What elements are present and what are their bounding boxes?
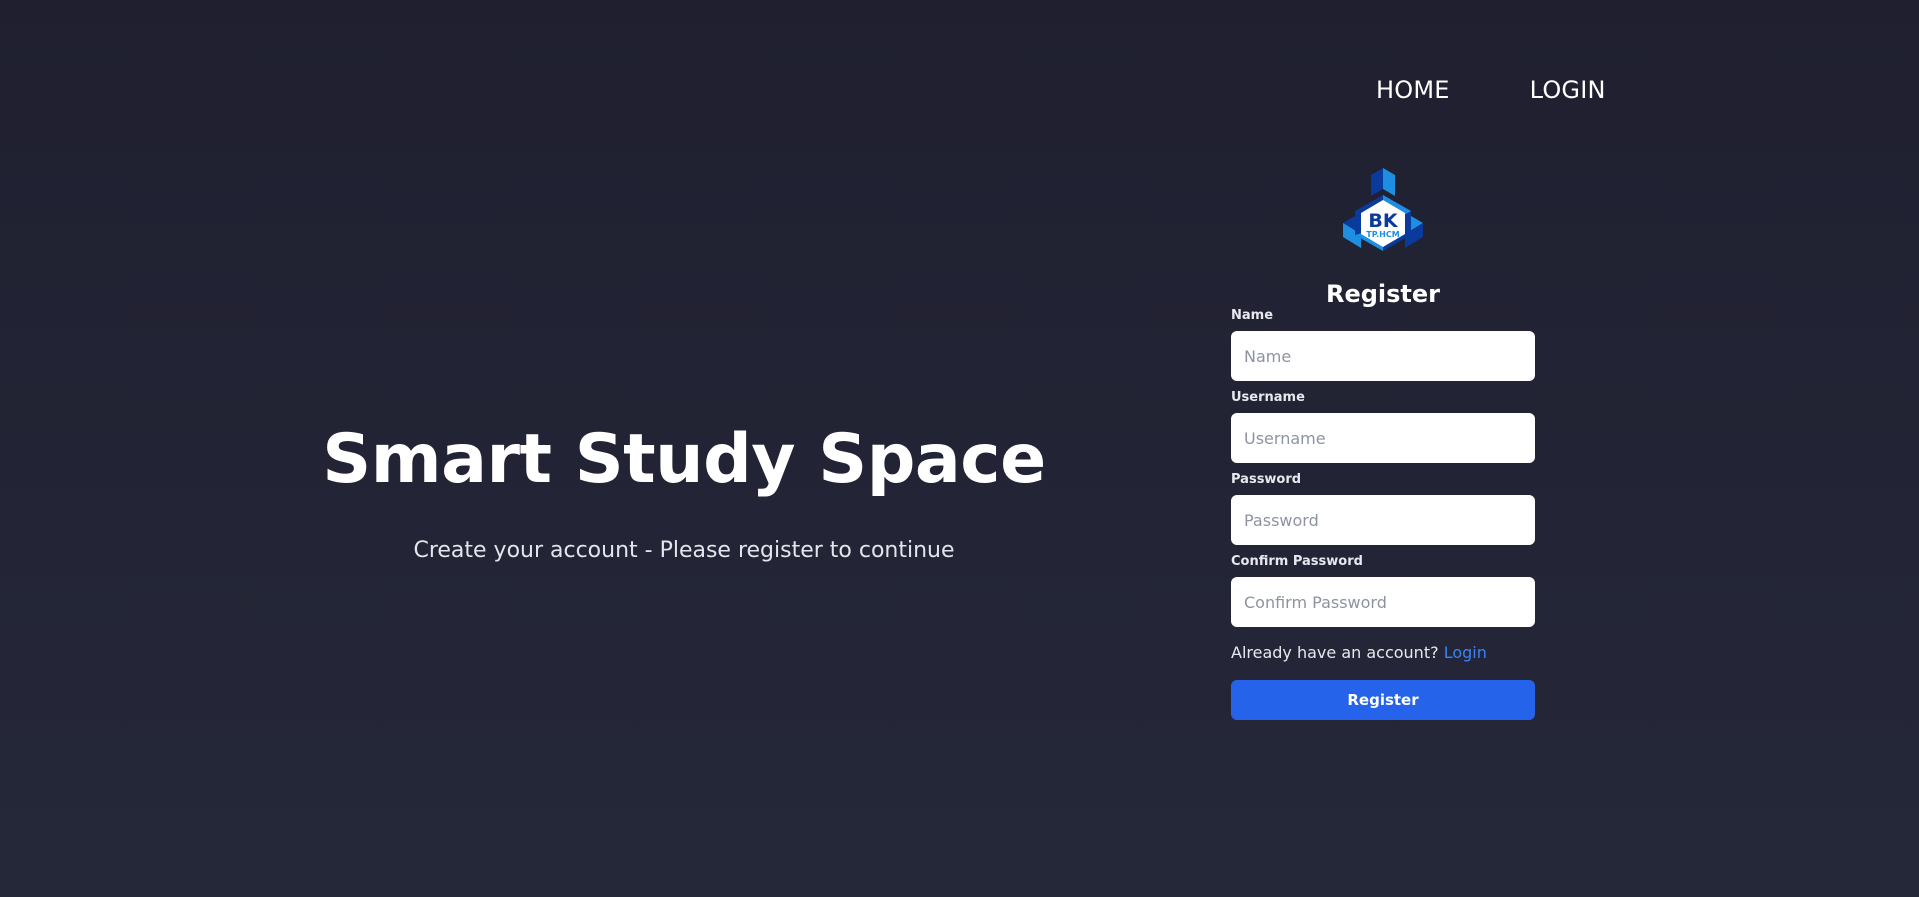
confirm-password-label: Confirm Password — [1231, 554, 1363, 569]
form-title: Register — [1325, 280, 1441, 308]
logo-text-main: BK — [1368, 210, 1398, 232]
username-field-group: Username — [1231, 390, 1535, 463]
name-input[interactable] — [1231, 331, 1535, 381]
login-prompt-text: Already have an account? — [1231, 643, 1439, 662]
register-panel: BK TP.HCM Register Name Username Passwor… — [1231, 168, 1535, 720]
hero-section: Smart Study Space Create your account - … — [300, 420, 1068, 563]
university-logo: BK TP.HCM — [1231, 168, 1535, 264]
confirm-password-input[interactable] — [1231, 577, 1535, 627]
top-nav: HOME LOGIN — [1376, 76, 1606, 104]
bk-logo-icon: BK TP.HCM — [1343, 168, 1423, 251]
password-label: Password — [1231, 472, 1302, 487]
password-field-group: Password — [1231, 472, 1535, 545]
nav-home-link[interactable]: HOME — [1376, 76, 1450, 104]
hero-title: Smart Study Space — [322, 420, 1046, 499]
confirm-password-field-group: Confirm Password — [1231, 554, 1535, 627]
password-input[interactable] — [1231, 495, 1535, 545]
register-button[interactable]: Register — [1231, 680, 1535, 720]
username-input[interactable] — [1231, 413, 1535, 463]
login-prompt-row: Already have an account? Login — [1231, 643, 1535, 662]
login-link[interactable]: Login — [1444, 643, 1487, 662]
username-label: Username — [1231, 390, 1305, 405]
logo-text-sub: TP.HCM — [1366, 230, 1399, 239]
name-field-group: Name — [1231, 308, 1535, 381]
hero-subtitle: Create your account - Please register to… — [413, 538, 955, 563]
name-label: Name — [1231, 308, 1274, 323]
nav-login-link[interactable]: LOGIN — [1530, 76, 1606, 104]
